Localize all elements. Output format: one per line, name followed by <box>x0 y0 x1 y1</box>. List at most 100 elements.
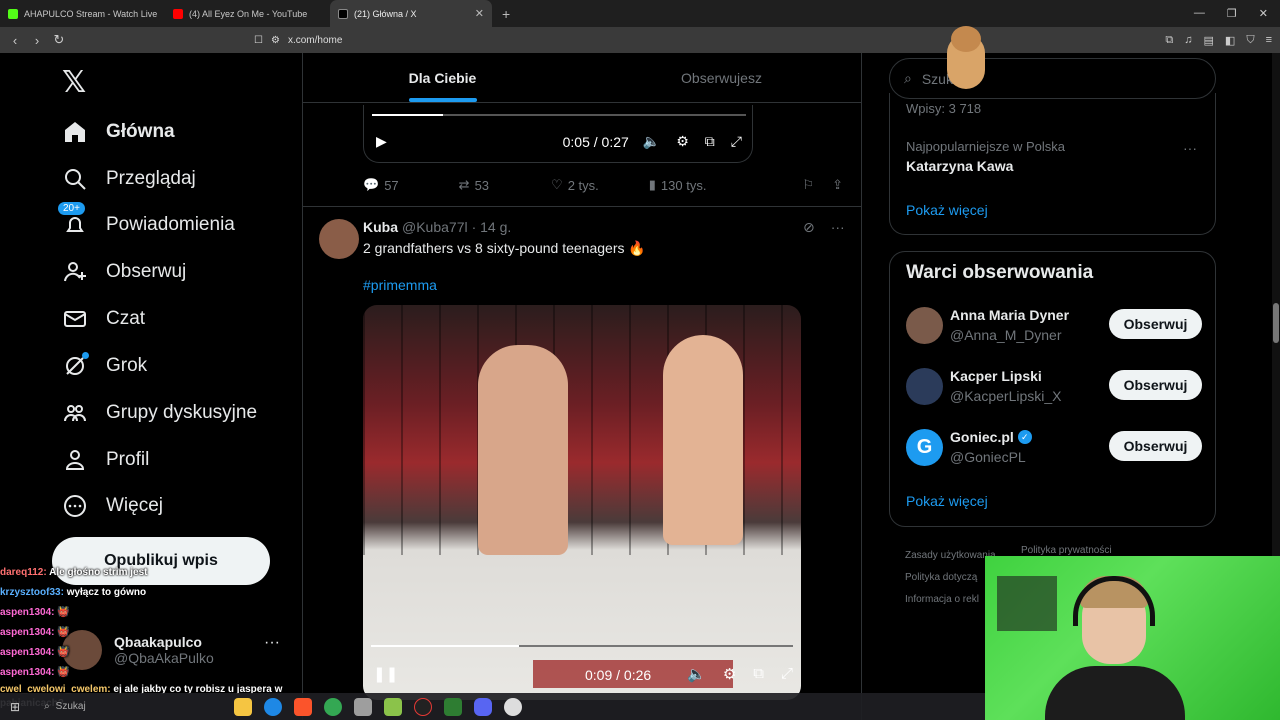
brave-icon[interactable] <box>294 697 313 716</box>
pause-icon[interactable]: ❚❚ <box>373 665 398 683</box>
discord-icon[interactable] <box>474 697 493 716</box>
url-field[interactable]: ☐ ⚙ x.com/home <box>254 30 994 50</box>
chat-message: 👹 <box>57 667 70 678</box>
avatar[interactable] <box>319 219 359 259</box>
close-tab-icon[interactable]: ✕ <box>475 7 484 20</box>
trend-topic[interactable]: Katarzyna Kawa <box>906 158 1013 174</box>
tab-following[interactable]: Obserwujesz <box>582 53 861 102</box>
more-icon[interactable]: ··· <box>831 219 845 236</box>
hashtag-link[interactable]: #primemma <box>363 277 437 293</box>
media-player-icon[interactable] <box>444 697 463 716</box>
follow-suggestion[interactable]: G Goniec.pl ✓ @GoniecPL Obserwuj <box>906 429 1202 469</box>
post-video[interactable]: ❚❚ 🔈 ⚙ ⧉ ⤢ 0:09 / 0:26 <box>363 305 801 700</box>
fullscreen-icon[interactable]: ⤢ <box>731 133 742 150</box>
who-to-follow-panel: Warci obserwowania Anna Maria Dyner @Ann… <box>889 251 1216 527</box>
nav-item-profile[interactable]: Profil <box>62 447 149 473</box>
chat-line: aspen1304: 👹 <box>0 603 310 623</box>
nav-item-chat[interactable]: Czat <box>62 306 145 332</box>
views-button[interactable]: ▮ 130 tys. <box>649 177 707 193</box>
post-time[interactable]: · 14 g. <box>472 219 512 235</box>
scrollbar-thumb[interactable] <box>1273 303 1279 343</box>
like-button[interactable]: ♡ 2 tys. <box>551 177 599 193</box>
reply-button[interactable]: 💬 57 <box>363 177 399 193</box>
fullscreen-icon[interactable]: ⤢ <box>781 665 793 683</box>
video-controls-row: ❚❚ 🔈 ⚙ ⧉ ⤢ <box>373 665 793 683</box>
video-progress-bar[interactable] <box>371 645 793 647</box>
sidebar-icon[interactable]: ▤ <box>1204 34 1214 47</box>
kick-favicon-icon <box>8 8 18 19</box>
follow-suggestion[interactable]: Anna Maria Dyner @Anna_M_Dyner Obserwuj <box>906 307 1202 347</box>
forward-icon[interactable]: › <box>30 33 44 48</box>
settings-icon[interactable]: ⚙ <box>723 665 736 683</box>
media-icon[interactable]: ♫ <box>1184 34 1192 47</box>
minecraft-icon[interactable] <box>384 697 403 716</box>
obs-icon[interactable] <box>414 697 433 716</box>
chat-message: wyłącz to gówno <box>66 587 147 598</box>
follow-button[interactable]: Obserwuj <box>1109 309 1202 339</box>
bookmark-icon[interactable]: ☐ <box>254 35 263 46</box>
follow-button[interactable]: Obserwuj <box>1109 370 1202 400</box>
show-more-link[interactable]: Pokaż więcej <box>906 493 988 509</box>
browser-tab-x[interactable]: (21) Główna / X ✕ <box>330 0 492 27</box>
wallet-icon[interactable]: ◧ <box>1225 34 1235 47</box>
follow-button[interactable]: Obserwuj <box>1109 431 1202 461</box>
repost-button[interactable]: ⇄ 53 <box>459 177 489 193</box>
fighter-right <box>663 335 743 545</box>
app-icon[interactable] <box>354 697 373 716</box>
footer-link[interactable]: Polityka prywatności <box>1021 545 1112 556</box>
edge-icon[interactable] <box>264 697 283 716</box>
menu-icon[interactable]: ≡ <box>1266 34 1272 47</box>
site-info-icon[interactable]: ⚙ <box>271 35 280 46</box>
avatar <box>906 307 943 344</box>
minimize-icon[interactable]: — <box>1194 7 1205 20</box>
nav-label: Czat <box>106 308 146 329</box>
nav-item-follow[interactable]: Obserwuj <box>62 259 186 285</box>
restore-icon[interactable]: ❐ <box>1227 7 1237 20</box>
nav-item-more[interactable]: Więcej <box>62 493 163 519</box>
nav-item-grok[interactable]: Grok <box>62 352 147 379</box>
chat-message: Ale głośno strim jest <box>49 567 148 578</box>
back-icon[interactable]: ‹ <box>8 33 22 48</box>
tab-for-you[interactable]: Dla Ciebie <box>303 53 582 102</box>
author-handle[interactable]: @Kuba77l <box>402 219 468 235</box>
shield-icon[interactable]: ⛉ <box>1246 34 1254 47</box>
nav-label: Powiadomienia <box>106 214 235 235</box>
chat-line: aspen1304: 👹 <box>0 643 310 663</box>
show-more-link[interactable]: Pokaż więcej <box>906 202 988 218</box>
goniec-logo-icon: G <box>906 429 943 466</box>
pip-icon[interactable]: ⧉ <box>753 665 764 683</box>
trends-panel: Wpisy: 3 718 Najpopularniejsze w Polska … <box>889 93 1216 235</box>
video-player-controls: ▶ 0:05 / 0:27 🔈 ⚙ ⧉ ⤢ <box>363 105 753 163</box>
follow-suggestion[interactable]: Kacper Lipski @KacperLipski_X Obserwuj <box>906 368 1202 408</box>
play-icon[interactable]: ▶ <box>376 133 387 150</box>
nav-item-notifications[interactable]: 20+ Powiadomienia <box>58 202 235 238</box>
new-tab-button[interactable]: + <box>492 6 520 22</box>
nav-item-home[interactable]: Główna <box>62 119 175 145</box>
share-icon[interactable]: ⇪ <box>832 177 843 193</box>
close-window-icon[interactable]: ✕ <box>1259 7 1268 20</box>
video-progress-bar[interactable] <box>372 114 746 116</box>
author-name[interactable]: Kuba <box>363 219 398 235</box>
reload-icon[interactable]: ↻ <box>52 32 66 48</box>
file-explorer-icon[interactable] <box>234 697 253 716</box>
nav-item-communities[interactable]: Grupy dyskusyjne <box>62 400 257 426</box>
taskbar-search[interactable]: ⌕ Szukaj <box>44 701 204 712</box>
search-input[interactable]: ⌕ Szukaj <box>889 58 1216 99</box>
home-icon <box>62 119 88 145</box>
more-icon[interactable]: ··· <box>1183 140 1197 156</box>
grok-icon[interactable]: ⊘ <box>803 219 815 236</box>
app-icon[interactable] <box>504 697 523 716</box>
extensions-icon[interactable]: ⧉ <box>1165 34 1173 47</box>
volume-icon[interactable]: 🔈 <box>687 665 706 683</box>
settings-icon[interactable]: ⚙ <box>676 133 689 150</box>
chrome-icon[interactable] <box>324 697 343 716</box>
bookmark-icon[interactable]: ⚐ <box>802 177 814 193</box>
volume-icon[interactable]: 🔈 <box>643 133 660 150</box>
pip-icon[interactable]: ⧉ <box>705 133 715 150</box>
browser-tab-kick[interactable]: AHAPULCO Stream - Watch Live on K <box>0 0 165 27</box>
x-logo-icon[interactable]: 𝕏 <box>62 65 86 100</box>
start-icon[interactable]: ⊞ <box>10 700 20 714</box>
browser-tab-youtube[interactable]: (4) All Eyez On Me - YouTube <box>165 0 330 27</box>
user-handle: @GoniecPL <box>950 449 1026 465</box>
nav-item-explore[interactable]: Przeglądaj <box>62 166 196 192</box>
